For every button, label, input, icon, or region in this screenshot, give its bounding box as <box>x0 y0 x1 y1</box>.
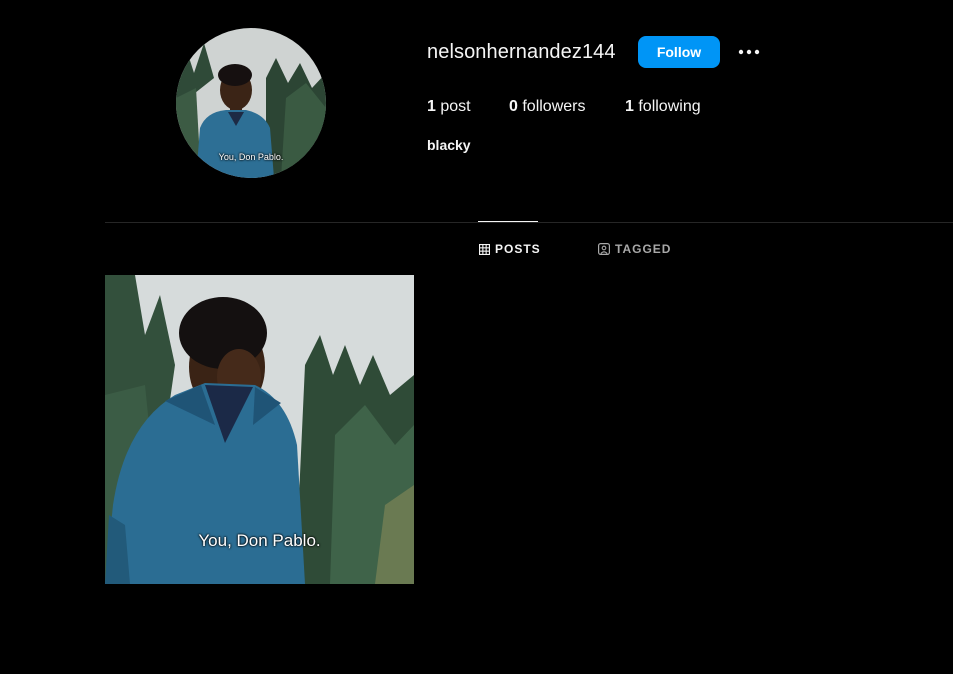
profile-avatar[interactable]: You, Don Pablo. <box>176 28 326 178</box>
avatar-caption: You, Don Pablo. <box>218 152 284 162</box>
profile-display-name: blacky <box>427 137 471 153</box>
follow-button[interactable]: Follow <box>638 36 720 68</box>
more-options-icon <box>738 49 760 55</box>
stat-posts: 1 post <box>427 98 509 116</box>
tab-tagged[interactable]: TAGGED <box>598 242 671 256</box>
profile-username: nelsonhernandez144 <box>427 41 616 63</box>
followers-count: 0 <box>509 98 518 115</box>
active-tab-indicator <box>478 221 538 222</box>
stat-followers[interactable]: 0 followers <box>509 98 625 116</box>
tagged-icon <box>598 243 610 255</box>
profile-stats: 1 post 0 followers 1 following <box>427 98 701 116</box>
posts-label: post <box>435 98 471 115</box>
following-count: 1 <box>625 98 634 115</box>
posts-count: 1 <box>427 98 436 115</box>
profile-page: You, Don Pablo. nelsonhernandez144 Follo… <box>0 0 953 674</box>
post-thumbnail[interactable]: You, Don Pablo. <box>105 275 414 584</box>
tab-posts[interactable]: POSTS <box>479 242 541 256</box>
following-label: following <box>633 98 701 115</box>
tabs-divider <box>105 222 953 223</box>
stat-following[interactable]: 1 following <box>625 98 701 116</box>
grid-icon <box>479 243 490 255</box>
more-options-button[interactable] <box>736 40 762 64</box>
tab-posts-label: POSTS <box>495 242 541 256</box>
followers-label: followers <box>517 98 586 115</box>
post-caption: You, Don Pablo. <box>198 531 321 550</box>
tab-tagged-label: TAGGED <box>615 242 672 256</box>
